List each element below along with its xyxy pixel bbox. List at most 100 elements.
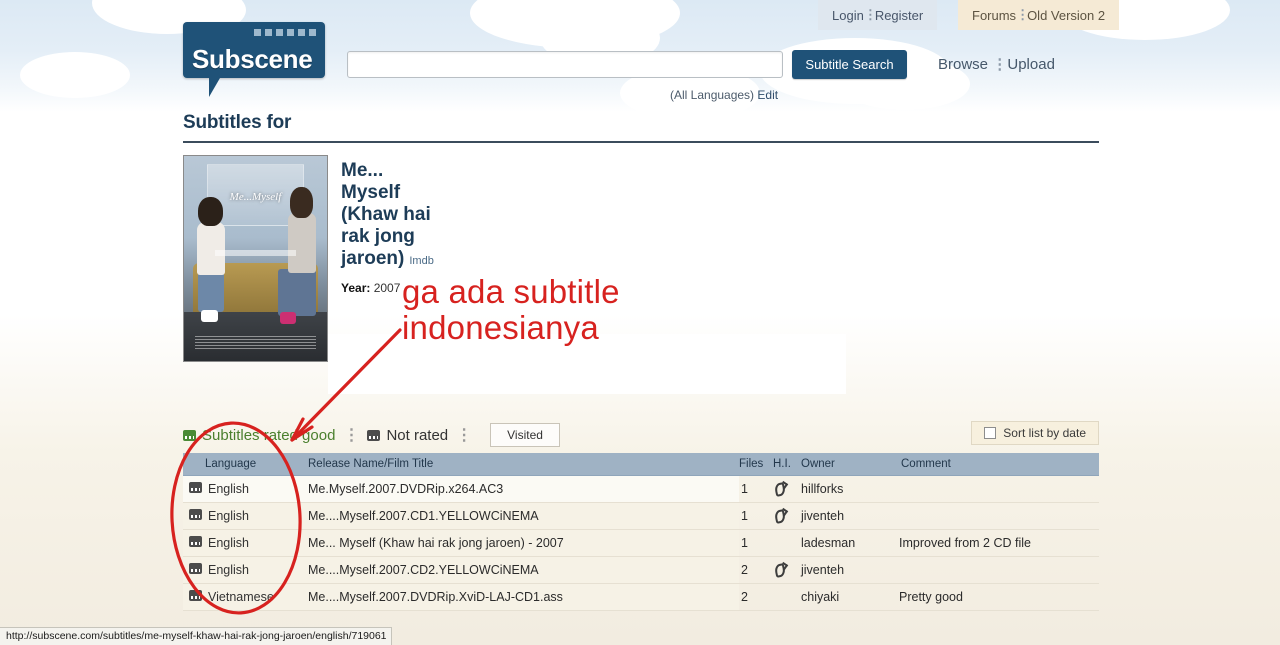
poster-title-text: Me...Myself <box>229 190 282 203</box>
language-filter-note: (All Languages) Edit <box>670 88 778 102</box>
poster-figure-right-head <box>289 186 313 218</box>
old-version-link[interactable]: Old Version 2 <box>1027 8 1105 23</box>
cell-comment <box>899 556 1099 584</box>
browse-link[interactable]: Browse <box>938 56 988 73</box>
browse-upload-nav: Browse ⋮ Upload <box>938 55 1055 73</box>
poster-figure-left-head <box>198 197 223 226</box>
cell-owner[interactable]: jiventeh <box>801 502 899 530</box>
column-header-hi[interactable]: H.I. <box>773 453 801 476</box>
poster-figure-right-shoe <box>279 311 296 325</box>
column-header-language[interactable]: Language <box>183 453 298 476</box>
hearing-impaired-icon <box>773 563 786 574</box>
filter-separator-icon: ⋮ <box>456 427 473 444</box>
cell-language[interactable]: Vietnamese <box>183 583 298 611</box>
cell-hearing-impaired <box>773 583 801 611</box>
release-name-link[interactable]: Me.Myself.2007.DVDRip.x264.AC3 <box>308 482 503 496</box>
cloud-decoration <box>20 52 130 98</box>
cell-hearing-impaired <box>773 475 801 503</box>
filter-not-rated[interactable]: Not rated <box>367 427 448 444</box>
movie-year: Year: 2007 <box>341 281 434 295</box>
release-name-link[interactable]: Me....Myself.2007.CD2.YELLOWCiNEMA <box>308 563 539 577</box>
column-header-comment[interactable]: Comment <box>899 453 1099 476</box>
cell-language[interactable]: English <box>183 475 298 503</box>
movie-meta: Me... Myself (Khaw hai rak jong jaroen) I… <box>341 160 434 295</box>
imdb-link[interactable]: Imdb <box>409 255 433 267</box>
hearing-impaired-icon <box>773 509 786 520</box>
column-header-owner[interactable]: Owner <box>801 453 899 476</box>
cell-release-name[interactable]: Me....Myself.2007.CD2.YELLOWCiNEMA <box>298 556 739 584</box>
language-filter-value: (All Languages) <box>670 88 755 102</box>
language-edit-link[interactable]: Edit <box>757 88 778 102</box>
table-row[interactable]: Vietnamese Me....Myself.2007.DVDRip.XviD-… <box>183 583 1099 611</box>
movie-title: Me... Myself (Khaw hai rak jong jaroen) <box>341 160 431 269</box>
movie-poster[interactable]: Me...Myself <box>183 155 328 362</box>
table-row[interactable]: English Me....Myself.2007.CD1.YELLOWCiNEM… <box>183 502 1099 530</box>
sort-list-by-date-toggle[interactable]: Sort list by date <box>971 421 1099 445</box>
subtitle-badge-gray-icon <box>189 509 202 520</box>
cell-owner[interactable]: jiventeh <box>801 556 899 584</box>
table-row[interactable]: English Me... Myself (Khaw hai rak jong j… <box>183 529 1099 557</box>
table-header-row: Language Release Name/Film Title Files H… <box>183 453 1099 476</box>
logo-speech-tail-icon <box>209 78 220 97</box>
movie-year-value: 2007 <box>373 281 401 295</box>
poster-figure-right-body <box>288 213 316 273</box>
cell-release-name[interactable]: Me.Myself.2007.DVDRip.x264.AC3 <box>298 475 739 503</box>
filter-not-rated-label: Not rated <box>386 426 449 444</box>
filter-bar: Subtitles rated good ⋮ Not rated ⋮ Visit… <box>183 421 1099 449</box>
page-title-block: Subtitles for <box>183 112 1099 143</box>
cell-release-name[interactable]: Me....Myself.2007.DVDRip.XviD-LAJ-CD1.as… <box>298 583 739 611</box>
movie-title-row: Me... Myself (Khaw hai rak jong jaroen) I… <box>341 160 434 270</box>
language-label: English <box>208 482 249 496</box>
nav-separator-icon: ⋮ <box>863 7 877 22</box>
cell-comment: Improved from 2 CD file <box>899 529 1099 557</box>
cell-owner[interactable]: ladesman <box>801 529 899 557</box>
subtitle-search-button[interactable]: Subtitle Search <box>792 50 907 79</box>
cell-files: 1 <box>739 475 773 503</box>
release-name-link[interactable]: Me....Myself.2007.DVDRip.XviD-LAJ-CD1.as… <box>308 590 563 604</box>
poster-credits-block <box>195 336 316 351</box>
cell-language[interactable]: English <box>183 556 298 584</box>
upload-link[interactable]: Upload <box>1007 56 1055 73</box>
filter-rated-good-label: Subtitles rated good <box>202 426 336 444</box>
filter-rated-good[interactable]: Subtitles rated good <box>183 427 335 444</box>
column-header-release[interactable]: Release Name/Film Title <box>298 453 739 476</box>
subtitles-table: Language Release Name/Film Title Files H… <box>183 453 1099 611</box>
cell-language[interactable]: English <box>183 502 298 530</box>
login-link[interactable]: Login <box>832 8 864 23</box>
release-name-link[interactable]: Me... Myself (Khaw hai rak jong jaroen) … <box>308 536 564 550</box>
sort-checkbox[interactable] <box>984 427 997 439</box>
subtitle-badge-gray-icon <box>189 536 202 547</box>
movie-year-label: Year: <box>341 281 371 295</box>
logo-text: Subscene <box>192 44 313 74</box>
subtitle-badge-gray-icon <box>189 563 202 574</box>
account-nav: Login ⋮ Register <box>818 0 938 30</box>
table-row[interactable]: English Me.Myself.2007.DVDRip.x264.AC3 1 hi… <box>183 475 1099 503</box>
page-body: Subtitles for Me...Myself Me... Myself (… <box>0 112 1280 645</box>
logo-box: Subscene <box>183 22 325 78</box>
cell-release-name[interactable]: Me... Myself (Khaw hai rak jong jaroen) … <box>298 529 739 557</box>
cell-release-name[interactable]: Me....Myself.2007.CD1.YELLOWCiNEMA <box>298 502 739 530</box>
cell-hearing-impaired <box>773 556 801 584</box>
cell-language[interactable]: English <box>183 529 298 557</box>
table-row[interactable]: English Me....Myself.2007.CD2.YELLOWCiNEM… <box>183 556 1099 584</box>
cell-files: 1 <box>739 529 773 557</box>
site-logo[interactable]: Subscene <box>183 22 325 97</box>
forums-link[interactable]: Forums <box>972 8 1016 23</box>
column-header-files[interactable]: Files <box>739 453 773 476</box>
title-divider <box>183 141 1099 143</box>
release-name-link[interactable]: Me....Myself.2007.CD1.YELLOWCiNEMA <box>308 509 539 523</box>
cell-owner[interactable]: chiyaki <box>801 583 899 611</box>
visited-button[interactable]: Visited <box>490 423 560 447</box>
hearing-impaired-icon <box>773 482 786 493</box>
register-link[interactable]: Register <box>875 8 923 23</box>
language-label: Vietnamese <box>208 590 274 604</box>
cell-owner[interactable]: hillforks <box>801 475 899 503</box>
table-head: Language Release Name/Film Title Files H… <box>183 453 1099 476</box>
sort-list-by-date-label: Sort list by date <box>1003 426 1086 440</box>
page-title: Subtitles for <box>183 112 292 133</box>
poster-tagline <box>215 250 296 257</box>
search-input[interactable] <box>347 51 783 78</box>
subtitle-badge-gray-icon <box>189 482 202 493</box>
logo-dots-icon <box>254 29 316 36</box>
language-label: English <box>208 509 249 523</box>
